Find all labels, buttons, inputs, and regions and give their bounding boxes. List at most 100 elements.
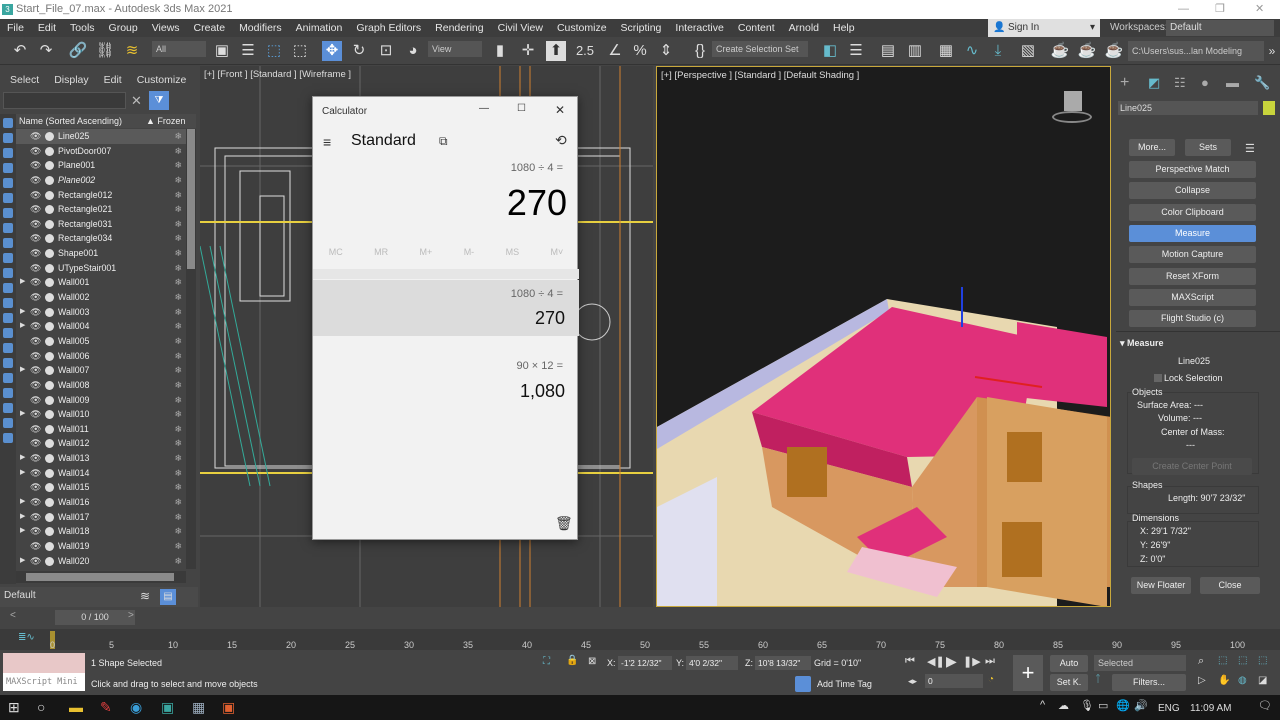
freeze-icon[interactable]: ❄ (174, 334, 182, 349)
freeze-icon[interactable]: ❄ (174, 554, 182, 569)
freeze-icon[interactable]: ❄ (174, 378, 182, 393)
visibility-eye-icon[interactable]: 👁 (30, 290, 41, 305)
clear-search-icon[interactable]: ✕ (131, 93, 142, 109)
expand-arrow-icon[interactable]: ▶ (20, 363, 25, 378)
explorer-display-filter-icon[interactable] (3, 343, 13, 353)
explorer-display-filter-icon[interactable] (3, 388, 13, 398)
slider-next-icon[interactable]: > (128, 610, 134, 621)
visibility-eye-icon[interactable]: 👁 (30, 319, 41, 334)
scene-object-row[interactable]: 👁 Wall005 ❄ (16, 334, 186, 349)
hamburger-menu-icon[interactable]: ≡ (323, 134, 331, 150)
scene-object-row[interactable]: 👁 Line025 ❄ (16, 129, 186, 144)
project-folder-dropdown[interactable]: C:\Users\sus...lan Modeling (1128, 41, 1264, 61)
3ds-max-taskbar-icon[interactable]: ▣ (161, 699, 174, 716)
expand-arrow-icon[interactable]: ▶ (20, 524, 25, 539)
visibility-eye-icon[interactable]: 👁 (30, 349, 41, 364)
visibility-eye-icon[interactable]: 👁 (30, 188, 41, 203)
freeze-icon[interactable]: ❄ (174, 407, 182, 422)
perspective-viewport[interactable]: [+] [Perspective ] [Standard ] [Default … (656, 66, 1111, 607)
scene-object-row[interactable]: ▶ 👁 Wall018 ❄ (16, 524, 186, 539)
menu-scripting[interactable]: Scripting (614, 22, 669, 34)
scene-object-row[interactable]: 👁 Rectangle021 ❄ (16, 202, 186, 217)
freeze-icon[interactable]: ❄ (174, 305, 182, 320)
lock-selection-checkbox[interactable] (1154, 374, 1162, 382)
keyboard-shortcut-icon[interactable]: ⬆ (546, 41, 566, 61)
explorer-display-filter-icon[interactable] (3, 358, 13, 368)
add-time-tag[interactable]: Add Time Tag (817, 679, 872, 689)
visibility-eye-icon[interactable]: 👁 (30, 363, 41, 378)
ref-coord-dropdown[interactable]: View (428, 41, 482, 57)
visibility-eye-icon[interactable]: 👁 (30, 129, 41, 144)
perspective-viewport-label[interactable]: [+] [Perspective ] [Standard ] [Default … (661, 70, 859, 81)
memory-button-2[interactable]: M+ (420, 247, 433, 257)
freeze-icon[interactable]: ❄ (174, 495, 182, 510)
scene-object-row[interactable]: 👁 Wall019 ❄ (16, 539, 186, 554)
select-by-name-icon[interactable]: ☰ (238, 41, 258, 61)
undo-icon[interactable]: ↶ (10, 41, 30, 61)
explorer-display-filter-icon[interactable] (3, 253, 13, 263)
menu-customize[interactable]: Customize (550, 22, 614, 34)
explorer-menu-display[interactable]: Display (44, 74, 93, 86)
scene-object-row[interactable]: 👁 PivotDoor007 ❄ (16, 144, 186, 159)
menu-arnold[interactable]: Arnold (782, 22, 826, 34)
set-key-button[interactable]: Set K. (1050, 674, 1088, 691)
volume-icon[interactable]: 🔊 (1134, 699, 1148, 712)
freeze-icon[interactable]: ❄ (174, 129, 182, 144)
scene-object-row[interactable]: 👁 Plane001 ❄ (16, 158, 186, 173)
layer-explorer-icon[interactable]: ▥ (905, 41, 925, 61)
hierarchy-tab-icon[interactable]: ☷ (1174, 75, 1186, 91)
scene-object-row[interactable]: ▶ 👁 Wall001 ❄ (16, 275, 186, 290)
freeze-icon[interactable]: ❄ (174, 290, 182, 305)
history-result[interactable]: 270 (535, 308, 565, 329)
key-mode-icon[interactable]: ◂▸ (908, 676, 917, 687)
scale-icon[interactable]: ⊡ (376, 41, 396, 61)
freeze-icon[interactable]: ❄ (174, 319, 182, 334)
current-frame-field[interactable]: 0 (925, 674, 983, 688)
select-object-icon[interactable]: ▣ (212, 41, 232, 61)
scene-object-row[interactable]: ▶ 👁 Wall020 ❄ (16, 554, 186, 569)
explorer-display-filter-icon[interactable] (3, 238, 13, 248)
explorer-menu-customize[interactable]: Customize (127, 74, 192, 86)
render-setup-icon[interactable]: ☕ (1050, 41, 1070, 61)
calculator-taskbar-icon[interactable]: ▦ (192, 699, 205, 716)
menu-edit[interactable]: Edit (31, 22, 63, 34)
explorer-menu-edit[interactable]: Edit (94, 74, 127, 86)
memory-button-4[interactable]: MS (506, 247, 520, 257)
visibility-eye-icon[interactable]: 👁 (30, 202, 41, 217)
scene-object-row[interactable]: 👁 Wall015 ❄ (16, 480, 186, 495)
scene-object-row[interactable]: 👁 Wall002 ❄ (16, 290, 186, 305)
orbit-icon[interactable]: ◍ (1238, 675, 1247, 686)
mirror-icon[interactable]: ◧ (820, 41, 840, 61)
windows-start-icon[interactable]: ⊞ (8, 699, 20, 716)
scene-object-row[interactable]: ▶ 👁 Wall010 ❄ (16, 407, 186, 422)
menu-views[interactable]: Views (145, 22, 187, 34)
menu-content[interactable]: Content (731, 22, 782, 34)
visibility-eye-icon[interactable]: 👁 (30, 334, 41, 349)
freeze-icon[interactable]: ❄ (174, 539, 182, 554)
redo-icon[interactable]: ↷ (36, 41, 56, 61)
key-filters-button[interactable]: Filters... (1112, 674, 1186, 691)
scene-object-row[interactable]: 👁 Wall009 ❄ (16, 393, 186, 408)
name-column-header[interactable]: Name (Sorted Ascending) ▲ Frozen (16, 114, 196, 128)
explorer-display-filter-icon[interactable] (3, 148, 13, 158)
freeze-icon[interactable]: ❄ (174, 261, 182, 276)
zoom-all-icon[interactable]: ⬚ (1218, 655, 1227, 666)
scene-object-row[interactable]: 👁 Plane002 ❄ (16, 173, 186, 188)
freeze-icon[interactable]: ❄ (174, 436, 182, 451)
visibility-eye-icon[interactable]: 👁 (30, 436, 41, 451)
visibility-eye-icon[interactable]: 👁 (30, 173, 41, 188)
visibility-eye-icon[interactable]: 👁 (30, 261, 41, 276)
calc-maximize-button[interactable]: ☐ (517, 103, 526, 114)
expand-arrow-icon[interactable]: ▶ (20, 495, 25, 510)
scene-object-row[interactable]: 👁 Rectangle034 ❄ (16, 231, 186, 246)
horizontal-scrollbar[interactable] (16, 571, 186, 583)
scene-search-input[interactable] (3, 92, 126, 109)
pivot-icon[interactable]: ▮ (490, 41, 510, 61)
scene-object-row[interactable]: 👁 Wall008 ❄ (16, 378, 186, 393)
menu-modifiers[interactable]: Modifiers (232, 22, 289, 34)
visibility-eye-icon[interactable]: 👁 (30, 524, 41, 539)
object-name-field[interactable]: Line025 (1118, 101, 1258, 115)
workspace-dropdown[interactable]: Default (1166, 20, 1274, 36)
expand-arrow-icon[interactable]: ▶ (20, 554, 25, 569)
explorer-display-filter-icon[interactable] (3, 163, 13, 173)
